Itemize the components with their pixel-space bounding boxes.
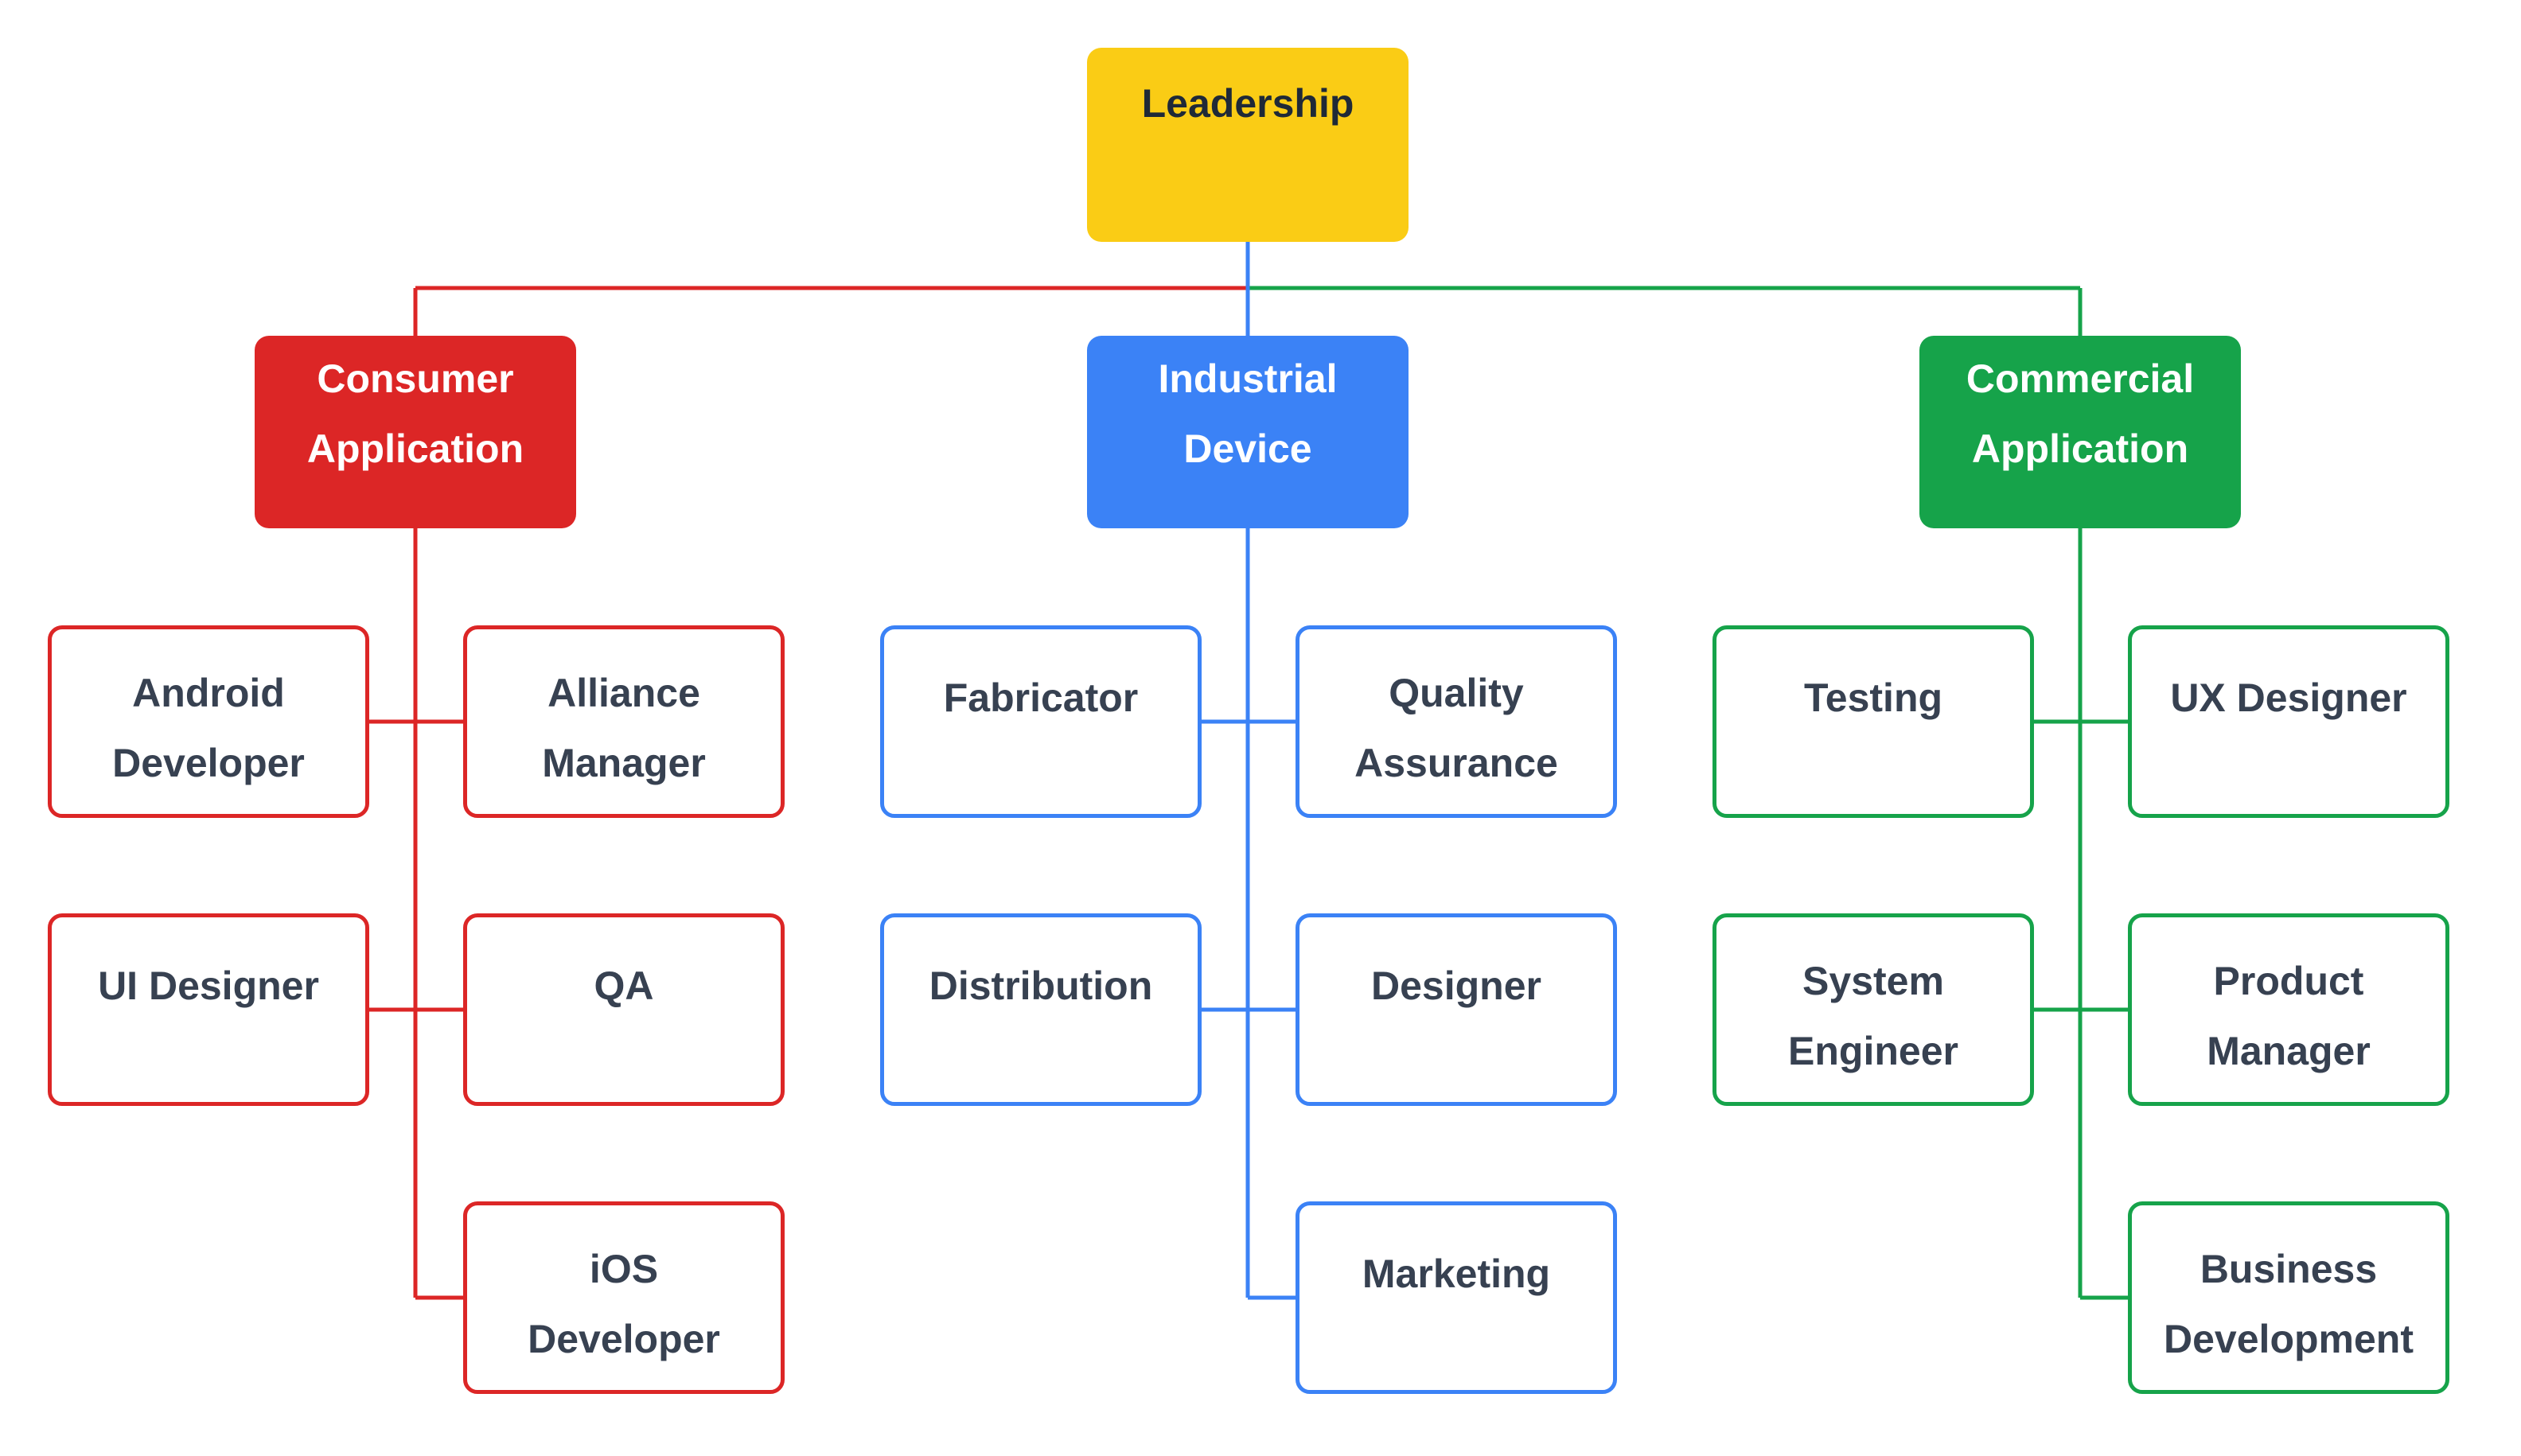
node-label-line: Android: [132, 671, 285, 715]
node-qa[interactable]: QA: [463, 913, 785, 1106]
node-dept-commercial[interactable]: Commercial Application: [1919, 336, 2241, 528]
node-label-line: Development: [2164, 1317, 2414, 1361]
node-label-line: Assurance: [1354, 741, 1558, 785]
node-android-developer[interactable]: Android Developer: [48, 625, 369, 818]
node-label-line: Product: [2213, 959, 2364, 1003]
node-label-line: System: [1802, 959, 1944, 1003]
node-label: Leadership: [1141, 81, 1354, 126]
node-label-line: Application: [1971, 426, 2189, 471]
node-quality-assurance[interactable]: Quality Assurance: [1296, 625, 1617, 818]
node-label-line: Developer: [528, 1317, 720, 1361]
node-label-line: Designer: [1371, 964, 1541, 1008]
node-label-line: Industrial: [1158, 356, 1338, 401]
node-label-line: Developer: [112, 741, 305, 785]
node-label-line: Alliance: [547, 671, 700, 715]
node-label-line: Business: [2200, 1247, 2378, 1291]
node-ux-designer[interactable]: UX Designer: [2128, 625, 2449, 818]
node-label-line: Testing: [1803, 675, 1943, 720]
node-designer[interactable]: Designer: [1296, 913, 1617, 1106]
node-label-line: Application: [306, 426, 524, 471]
node-product-manager[interactable]: Product Manager: [2128, 913, 2449, 1106]
node-fabricator[interactable]: Fabricator: [880, 625, 1202, 818]
node-label-line: Distribution: [929, 964, 1153, 1008]
node-ios-developer[interactable]: iOS Developer: [463, 1201, 785, 1394]
node-label-line: Marketing: [1362, 1252, 1551, 1296]
node-label-line: iOS: [589, 1247, 659, 1291]
node-alliance-manager[interactable]: Alliance Manager: [463, 625, 785, 818]
node-label-line: Fabricator: [943, 675, 1139, 720]
node-dept-industrial[interactable]: Industrial Device: [1087, 336, 1409, 528]
node-system-engineer[interactable]: System Engineer: [1712, 913, 2034, 1106]
node-leadership[interactable]: Leadership: [1087, 48, 1409, 242]
node-distribution[interactable]: Distribution: [880, 913, 1202, 1106]
node-label-line: Consumer: [317, 356, 514, 401]
node-label-line: Commercial: [1966, 356, 2195, 401]
node-label-line: QA: [594, 964, 654, 1008]
node-label-line: Manager: [542, 741, 706, 785]
node-label-line: UX Designer: [2170, 675, 2407, 720]
node-business-development[interactable]: Business Development: [2128, 1201, 2449, 1394]
node-label-line: Device: [1183, 426, 1312, 471]
node-label-line: UI Designer: [98, 964, 319, 1008]
node-testing[interactable]: Testing: [1712, 625, 2034, 818]
node-label-line: Quality: [1389, 671, 1524, 715]
node-ui-designer[interactable]: UI Designer: [48, 913, 369, 1106]
node-label-line: Engineer: [1788, 1029, 1958, 1073]
node-marketing[interactable]: Marketing: [1296, 1201, 1617, 1394]
node-dept-consumer[interactable]: Consumer Application: [255, 336, 576, 528]
node-label-line: Manager: [2207, 1029, 2371, 1073]
